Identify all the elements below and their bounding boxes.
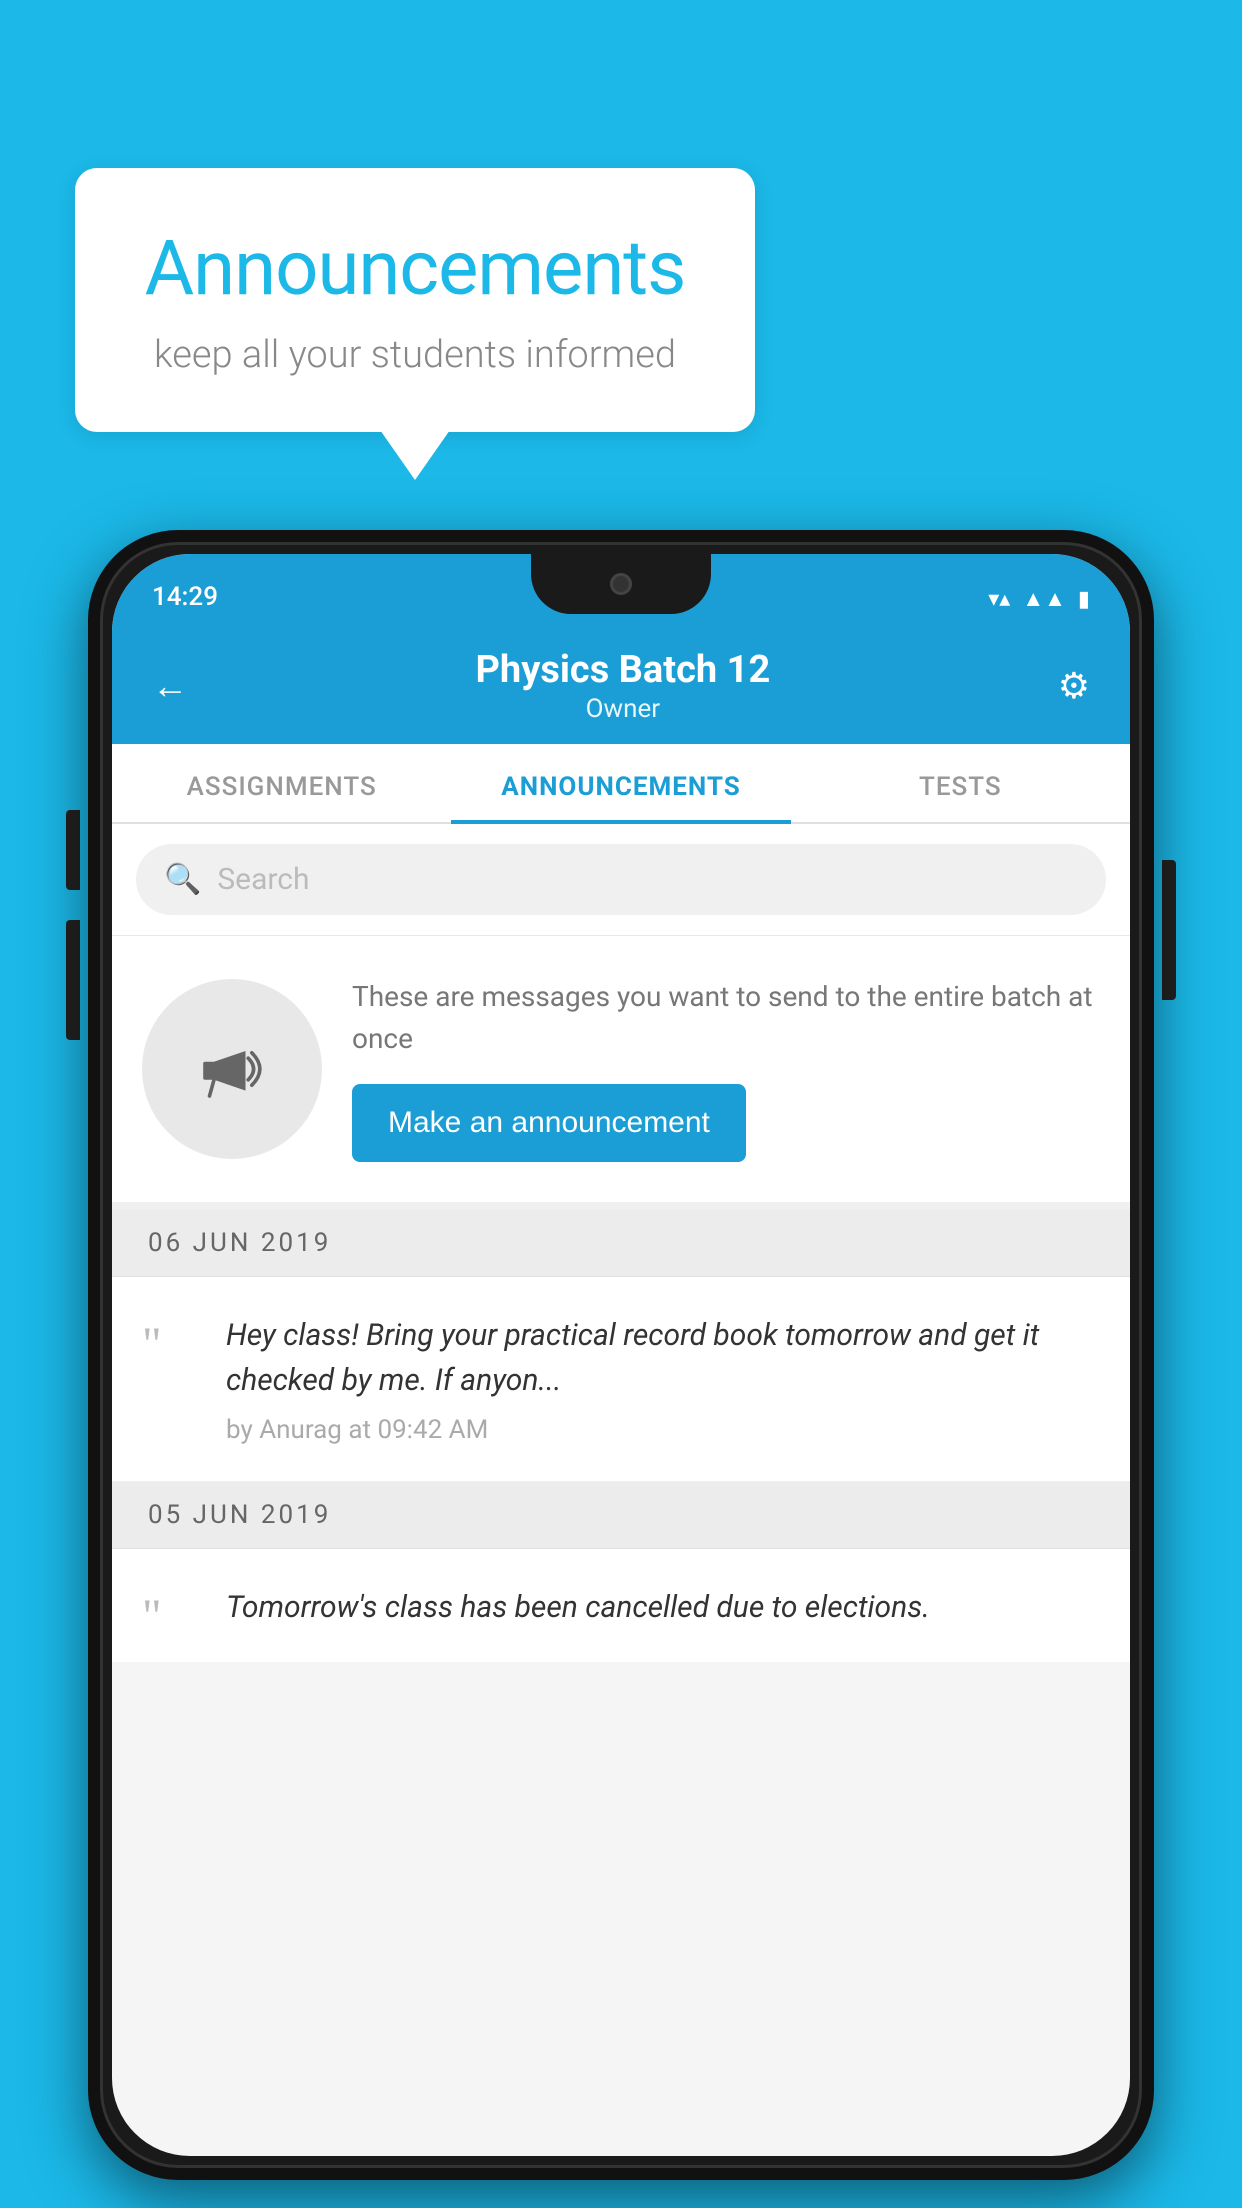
announcement-content-2: Tomorrow's class has been cancelled due … [226,1585,1100,1642]
header-center: Physics Batch 12 Owner [475,648,770,724]
speech-bubble-title: Announcements [135,223,695,313]
phone-screen: 14:29 ▾▴ ▲▲ ▮ ← Physics Batch 12 Owner ⚙… [112,554,1130,2156]
app-header: ← Physics Batch 12 Owner ⚙ [112,624,1130,744]
speech-bubble: Announcements keep all your students inf… [75,168,755,432]
quote-icon-2: " [142,1593,202,1641]
search-icon: 🔍 [164,862,201,897]
prompt-description: These are messages you want to send to t… [352,976,1100,1060]
phone-frame: 14:29 ▾▴ ▲▲ ▮ ← Physics Batch 12 Owner ⚙… [88,530,1154,2180]
signal-icon: ▲▲ [1022,586,1066,612]
phone-notch [531,554,711,614]
battery-icon: ▮ [1078,587,1090,612]
status-time: 14:29 [152,582,218,612]
announcement-meta-1: by Anurag at 09:42 AM [226,1415,1100,1445]
announcement-prompt-right: These are messages you want to send to t… [352,976,1100,1162]
header-title: Physics Batch 12 [475,648,770,692]
announcement-item-1[interactable]: " Hey class! Bring your practical record… [112,1277,1130,1482]
phone-button-vol-down [66,920,80,1040]
announcement-content-1: Hey class! Bring your practical record b… [226,1313,1100,1445]
front-camera [610,573,632,595]
announcement-prompt: These are messages you want to send to t… [112,936,1130,1210]
date-separator-2: 05 JUN 2019 [112,1482,1130,1549]
tabs-bar: ASSIGNMENTS ANNOUNCEMENTS TESTS [112,744,1130,824]
search-box[interactable]: 🔍 Search [136,844,1106,915]
status-icons: ▾▴ ▲▲ ▮ [988,586,1090,612]
phone-button-power [1162,860,1176,1000]
speech-bubble-subtitle: keep all your students informed [135,333,695,377]
make-announcement-button[interactable]: Make an announcement [352,1084,746,1162]
tab-announcements[interactable]: ANNOUNCEMENTS [451,744,790,822]
search-container: 🔍 Search [112,824,1130,936]
settings-icon[interactable]: ⚙ [1058,665,1090,707]
tab-assignments[interactable]: ASSIGNMENTS [112,744,451,822]
back-button[interactable]: ← [152,665,188,707]
tab-tests[interactable]: TESTS [791,744,1130,822]
header-subtitle: Owner [475,694,770,724]
wifi-icon: ▾▴ [988,587,1010,612]
announcement-icon-circle [142,979,322,1159]
announcement-text-1: Hey class! Bring your practical record b… [226,1313,1100,1403]
phone-button-vol-up [66,810,80,890]
search-input[interactable]: Search [217,862,309,897]
phone-container: 14:29 ▾▴ ▲▲ ▮ ← Physics Batch 12 Owner ⚙… [88,530,1154,2180]
announcement-text-2: Tomorrow's class has been cancelled due … [226,1585,1100,1630]
megaphone-icon [187,1024,277,1114]
date-separator-1: 06 JUN 2019 [112,1210,1130,1277]
quote-icon-1: " [142,1321,202,1369]
announcement-item-2[interactable]: " Tomorrow's class has been cancelled du… [112,1549,1130,1662]
